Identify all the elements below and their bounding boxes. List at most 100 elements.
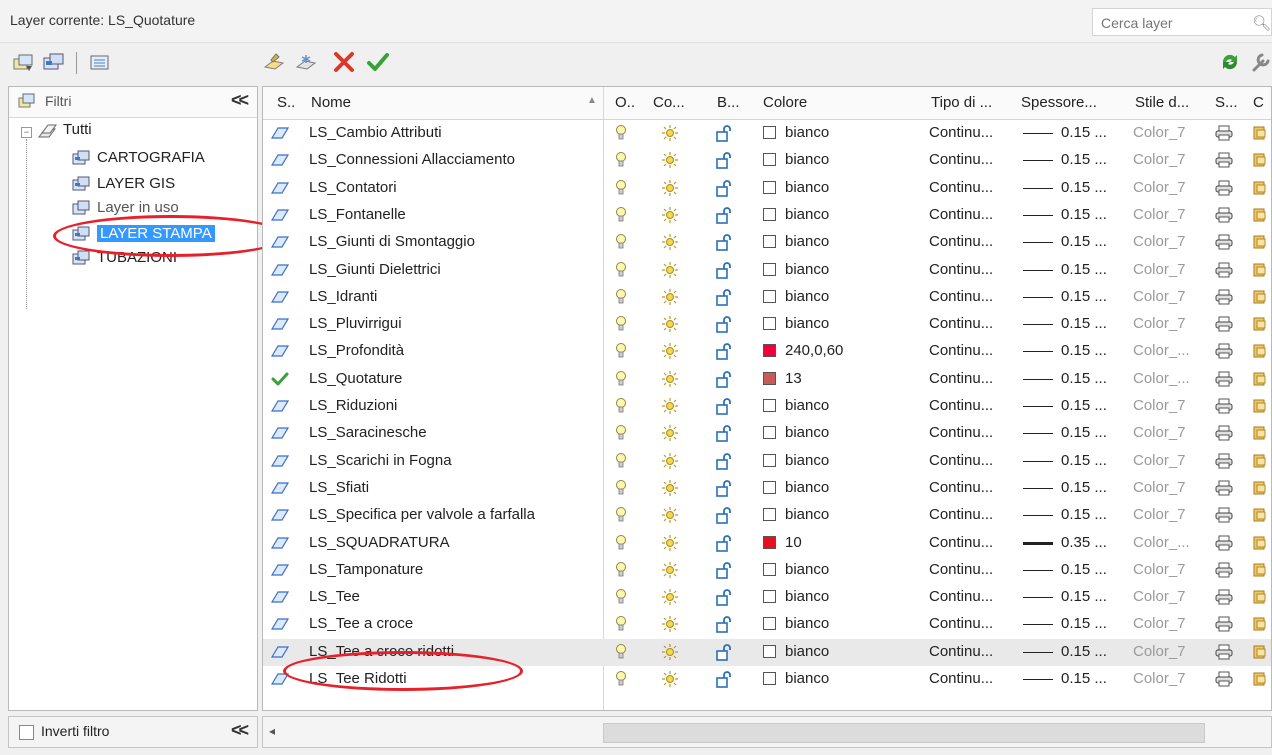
unlock-icon[interactable] — [715, 261, 735, 284]
layer-lineweight[interactable]: 0.15 ... — [1061, 179, 1107, 196]
unlock-icon[interactable] — [715, 316, 735, 338]
layer-lineweight[interactable]: 0.15 ... — [1061, 233, 1107, 250]
lightbulb-icon[interactable] — [615, 288, 627, 310]
new-vp-freeze-icon[interactable] — [1253, 398, 1267, 418]
layer-color[interactable]: bianco — [785, 561, 829, 578]
sun-icon[interactable] — [661, 206, 679, 228]
table-row[interactable]: LS_Idranti bianco Continu... 0.15 ... Color_… — [263, 284, 1271, 311]
sun-icon[interactable] — [661, 288, 679, 310]
color-swatch[interactable] — [763, 235, 776, 249]
layer-lineweight[interactable]: 0.15 ... — [1061, 424, 1107, 441]
printer-icon[interactable] — [1215, 180, 1233, 200]
new-vp-freeze-icon[interactable] — [1253, 180, 1267, 200]
new-vp-freeze-icon[interactable] — [1253, 316, 1267, 336]
layer-color[interactable]: 13 — [785, 370, 802, 387]
set-current-icon[interactable] — [366, 51, 390, 73]
layer-linetype[interactable]: Continu... — [929, 506, 993, 523]
layer-plotstyle[interactable]: Color_7 — [1133, 643, 1186, 660]
sun-icon[interactable] — [661, 561, 679, 583]
col-name[interactable]: Nome — [311, 94, 351, 111]
layer-color[interactable]: bianco — [785, 479, 829, 496]
lightbulb-icon[interactable] — [615, 397, 627, 419]
layer-plotstyle[interactable]: Color_... — [1133, 534, 1190, 551]
unlock-icon[interactable] — [715, 152, 735, 174]
layer-lineweight[interactable]: 0.15 ... — [1061, 370, 1107, 387]
printer-icon[interactable] — [1215, 671, 1233, 691]
col-freeze[interactable]: Co... — [653, 94, 685, 111]
table-row[interactable]: LS_Quotature 13 Continu... 0.15 ... Color_..… — [263, 366, 1271, 393]
layer-lineweight[interactable]: 0.35 ... — [1061, 534, 1107, 551]
layer-color[interactable]: bianco — [785, 424, 829, 441]
layer-linetype[interactable]: Continu... — [929, 315, 993, 332]
lightbulb-icon[interactable] — [615, 124, 627, 146]
sun-icon[interactable] — [661, 179, 679, 201]
sun-icon[interactable] — [661, 397, 679, 419]
layer-name[interactable]: LS_Profondità — [309, 342, 404, 359]
new-vp-freeze-icon[interactable] — [1253, 234, 1267, 254]
layer-linetype[interactable]: Continu... — [929, 452, 993, 469]
layer-color[interactable]: bianco — [785, 670, 829, 687]
lightbulb-icon[interactable] — [615, 479, 627, 501]
layer-lineweight[interactable]: 0.15 ... — [1061, 261, 1107, 278]
layer-color[interactable]: 10 — [785, 534, 802, 551]
layer-name[interactable]: LS_SQUADRATURA — [309, 534, 450, 551]
layer-linetype[interactable]: Continu... — [929, 370, 993, 387]
layer-color[interactable]: bianco — [785, 452, 829, 469]
lightbulb-icon[interactable] — [615, 315, 627, 337]
settings-icon[interactable] — [1250, 51, 1272, 73]
search-input[interactable] — [1093, 9, 1239, 37]
unlock-icon[interactable] — [715, 561, 735, 584]
layer-name[interactable]: LS_Fontanelle — [309, 206, 406, 223]
lightbulb-icon[interactable] — [615, 534, 627, 556]
unlock-icon[interactable] — [715, 125, 735, 147]
new-vp-freeze-icon[interactable] — [1253, 616, 1267, 636]
printer-icon[interactable] — [1215, 234, 1233, 254]
layer-color[interactable]: bianco — [785, 643, 829, 660]
table-row[interactable]: LS_Tamponature bianco Continu... 0.15 ... Co… — [263, 557, 1271, 584]
layer-plotstyle[interactable]: Color_7 — [1133, 479, 1186, 496]
unlock-icon[interactable] — [715, 671, 735, 693]
color-swatch[interactable] — [763, 562, 776, 576]
table-row[interactable]: LS_Giunti di Smontaggio bianco Continu... 0… — [263, 229, 1271, 256]
table-row[interactable]: LS_Cambio Attributi bianco Continu... 0.15 … — [263, 120, 1271, 147]
table-row[interactable]: LS_Giunti Dielettrici bianco Continu... 0.1… — [263, 257, 1271, 284]
layer-linetype[interactable]: Continu... — [929, 479, 993, 496]
table-row[interactable]: LS_Tee a croce bianco Continu... 0.15 ... Co… — [263, 611, 1271, 638]
new-layer-vp-frozen-icon[interactable] — [294, 51, 318, 73]
collapse-filters-button[interactable]: << — [231, 90, 249, 111]
delete-layer-icon[interactable] — [332, 51, 356, 73]
new-vp-freeze-icon[interactable] — [1253, 289, 1267, 309]
unlock-icon[interactable] — [715, 234, 735, 256]
layer-plotstyle[interactable]: Color_7 — [1133, 506, 1186, 523]
new-property-filter-icon[interactable] — [12, 51, 36, 73]
sun-icon[interactable] — [661, 151, 679, 173]
color-swatch[interactable] — [763, 262, 776, 276]
layer-plotstyle[interactable]: Color_7 — [1133, 179, 1186, 196]
layer-plotstyle[interactable]: Color_7 — [1133, 315, 1186, 332]
layer-plotstyle[interactable]: Color_... — [1133, 342, 1190, 359]
col-lock[interactable]: B... — [717, 94, 740, 111]
table-row[interactable]: LS_Sfiati bianco Continu... 0.15 ... Color_7 — [263, 475, 1271, 502]
new-group-filter-icon[interactable] — [42, 51, 66, 73]
sun-icon[interactable] — [661, 124, 679, 146]
printer-icon[interactable] — [1215, 453, 1233, 473]
layer-linetype[interactable]: Continu... — [929, 397, 993, 414]
layer-lineweight[interactable]: 0.15 ... — [1061, 206, 1107, 223]
tree-item-tutti[interactable]: Tutti — [63, 121, 92, 138]
sun-icon[interactable] — [661, 479, 679, 501]
layer-linetype[interactable]: Continu... — [929, 179, 993, 196]
lightbulb-icon[interactable] — [615, 424, 627, 446]
lightbulb-icon[interactable] — [615, 615, 627, 637]
layer-linetype[interactable]: Continu... — [929, 151, 993, 168]
table-row[interactable]: LS_Fontanelle bianco Continu... 0.15 ... Col… — [263, 202, 1271, 229]
color-swatch[interactable] — [763, 426, 776, 440]
tree-item-layer-gis[interactable]: LAYER GIS — [97, 175, 175, 192]
layer-color[interactable]: bianco — [785, 288, 829, 305]
layer-lineweight[interactable]: 0.15 ... — [1061, 288, 1107, 305]
layer-linetype[interactable]: Continu... — [929, 261, 993, 278]
printer-icon[interactable] — [1215, 480, 1233, 500]
new-vp-freeze-icon[interactable] — [1253, 453, 1267, 473]
new-vp-freeze-icon[interactable] — [1253, 589, 1267, 609]
color-swatch[interactable] — [763, 289, 776, 303]
lightbulb-icon[interactable] — [615, 233, 627, 255]
